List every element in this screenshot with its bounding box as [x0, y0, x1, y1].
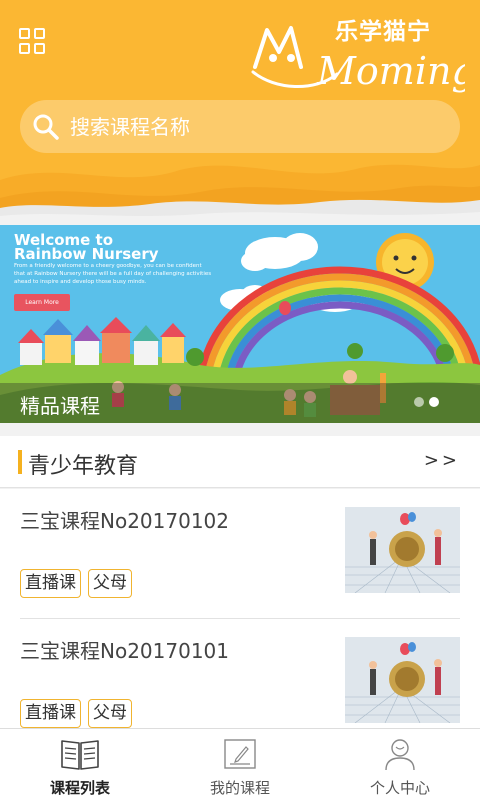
carousel-dot-active[interactable] — [429, 397, 439, 407]
section-accent-bar — [18, 450, 22, 474]
header-wave — [0, 164, 480, 225]
bottom-tab-bar: 课程列表 我的课程 个人中心 — [0, 728, 480, 800]
course-tag: 父母 — [88, 699, 132, 728]
book-icon — [61, 740, 99, 770]
search-input[interactable] — [70, 100, 460, 153]
search-icon[interactable] — [32, 113, 60, 141]
course-thumbnail[interactable] — [345, 507, 460, 593]
tab-profile[interactable]: 个人中心 — [320, 729, 480, 800]
carousel-dot[interactable] — [414, 397, 424, 407]
course-tag: 直播课 — [20, 699, 81, 728]
course-list: 三宝课程No20170102 直播课 父母 三宝课程No20170101 直播课 — [0, 489, 480, 729]
tab-label: 个人中心 — [369, 779, 430, 797]
course-thumbnail[interactable] — [345, 637, 460, 723]
learn-more-button[interactable]: Learn More — [14, 294, 70, 311]
banner-heading-line2: Rainbow Nursery — [14, 245, 159, 263]
header: 乐学猫宁 Moming — [0, 0, 480, 225]
banner-description: From a friendly welcome to a cheery good… — [14, 263, 212, 285]
course-item[interactable]: 三宝课程No20170101 直播课 父母 — [0, 619, 480, 729]
person-icon — [385, 739, 415, 771]
logo-english-text: Moming — [316, 49, 465, 93]
promo-banner[interactable]: Welcome to Rainbow Nursery From a friend… — [0, 225, 480, 423]
tab-course-list[interactable]: 课程列表 — [0, 729, 160, 800]
notebook-icon — [224, 739, 256, 769]
search-bar[interactable] — [20, 100, 460, 153]
app-logo: 乐学猫宁 Moming — [245, 12, 465, 104]
app-screen: 乐学猫宁 Moming 搜索课程名称 Welcome to Rainbow Nu… — [0, 0, 480, 800]
section-title: 青少年教育 — [28, 454, 139, 479]
course-item[interactable]: 三宝课程No20170102 直播课 父母 — [0, 489, 480, 619]
course-title: 三宝课程No20170102 — [20, 509, 229, 533]
section-more-link[interactable]: >> — [424, 450, 460, 471]
tab-label: 课程列表 — [49, 779, 110, 797]
menu-grid-icon[interactable] — [19, 28, 47, 56]
tab-label: 我的课程 — [209, 779, 270, 797]
section-header: 青少年教育 >> — [0, 436, 480, 488]
logo-cat-wordmark: Moming — [251, 26, 465, 93]
banner-caption: 精品课程 — [20, 394, 100, 418]
course-tag: 直播课 — [20, 569, 81, 598]
course-title: 三宝课程No20170101 — [20, 639, 229, 663]
tab-my-courses[interactable]: 我的课程 — [160, 729, 320, 800]
course-tag: 父母 — [88, 569, 132, 598]
